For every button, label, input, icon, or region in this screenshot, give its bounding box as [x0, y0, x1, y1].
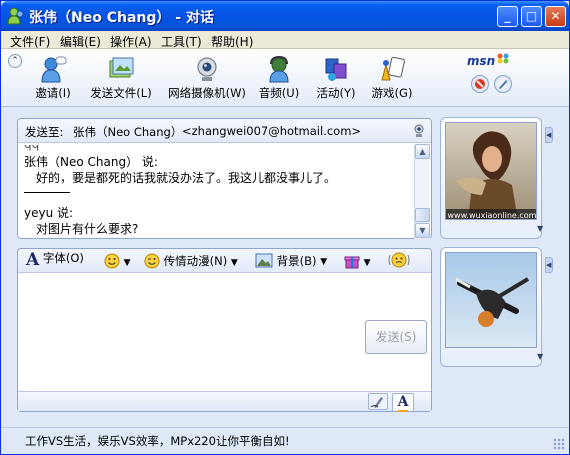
- gift-icon: [344, 256, 360, 269]
- wink-label: 传情动漫(N): [163, 254, 228, 268]
- input-mode-tabs: A: [18, 391, 431, 412]
- invite-button[interactable]: 邀请(I): [29, 55, 77, 101]
- send-button[interactable]: 发送(S): [365, 320, 427, 354]
- contact-card-icon[interactable]: [411, 123, 427, 139]
- text-mode-icon: A: [397, 394, 409, 412]
- contact-avatar-dropdown-icon[interactable]: ▼: [537, 224, 543, 233]
- change-font-button[interactable]: [494, 75, 512, 93]
- text-tab[interactable]: A: [392, 393, 414, 412]
- conversation-window: 张伟（Neo Chang） - 对话 _ □ ✕ 文件(F) 编辑(E) 操作(…: [0, 0, 570, 455]
- format-bar: A 字体(O) ▼ 传情动漫(N) ▼ 背景(B) ▼ ▼: [18, 249, 431, 273]
- block-contact-button[interactable]: [471, 75, 489, 93]
- font-label: 字体(O): [42, 251, 84, 265]
- webcam-label: 网络摄像机(W): [168, 86, 246, 100]
- activities-icon: [325, 58, 347, 81]
- contact-avatar[interactable]: www.wuxiaonline.com: [445, 122, 537, 220]
- message-input[interactable]: [20, 275, 360, 387]
- window-title: 张伟（Neo Chang） - 对话: [29, 10, 214, 26]
- games-button[interactable]: 游戏(G): [369, 55, 415, 101]
- invite-icon: [41, 56, 67, 83]
- send-file-label: 发送文件(L): [90, 86, 152, 100]
- ad-link[interactable]: 工作VS生活，娱乐VS效率，MPx220让你平衡自如!: [25, 433, 290, 449]
- conversation-panel: 发送至: 张伟（Neo Chang） <zhangwei007@hotmail.…: [17, 118, 432, 239]
- emoticon-button[interactable]: ▼: [104, 253, 131, 272]
- games-icon: [381, 56, 405, 81]
- background-label: 背景(B): [276, 254, 317, 268]
- self-display-picture: [446, 253, 536, 347]
- scroll-thumb[interactable]: [415, 208, 430, 222]
- handwriting-tab[interactable]: [368, 393, 388, 410]
- webcam-button[interactable]: 网络摄像机(W): [167, 55, 247, 101]
- contact-picture-caption: www.wuxiaonline.com: [448, 211, 537, 220]
- resize-grip[interactable]: [553, 438, 565, 450]
- minimize-button[interactable]: _: [497, 6, 518, 27]
- send-file-icon: [109, 57, 134, 78]
- message-text: 好的，要是都死的话我就没办法了。我这儿都没事儿了。: [36, 171, 337, 185]
- send-file-button[interactable]: 发送文件(L): [87, 55, 155, 101]
- font-icon: A: [26, 250, 40, 270]
- background-icon: [255, 253, 273, 268]
- wink-icon: [144, 253, 160, 269]
- menu-file[interactable]: 文件(F): [10, 33, 50, 50]
- message-sender: yeyu 说:: [24, 206, 74, 220]
- games-label: 游戏(G): [371, 86, 413, 100]
- scroll-down-button[interactable]: ▼: [415, 223, 430, 238]
- history-scrollbar[interactable]: ▲ ▼: [414, 144, 430, 239]
- handwriting-icon: [370, 397, 383, 408]
- pen-icon: [499, 80, 508, 89]
- audio-button[interactable]: 音频(U): [257, 55, 301, 101]
- toolbar: ⌃ 邀请(I) 发送文件(L) 网络摄像机(W) 音频(U) 活动(Y) 游戏(…: [1, 49, 569, 107]
- history-partial-text: qq: [24, 145, 39, 152]
- to-label: 发送至:: [25, 125, 64, 139]
- msn-buddy-icon: [7, 7, 24, 25]
- collapse-toolbar-button[interactable]: ⌃: [8, 54, 22, 68]
- recipient-name[interactable]: 张伟（Neo Chang）: [73, 124, 182, 140]
- activities-label: 活动(Y): [316, 86, 356, 100]
- background-dropdown-icon: ▼: [320, 257, 328, 267]
- msn-butterfly-icon: [497, 53, 509, 64]
- audio-label: 音频(U): [258, 86, 300, 100]
- message-text: 对图片有什么要求?: [36, 222, 139, 236]
- scroll-up-button[interactable]: ▲: [415, 144, 430, 159]
- maximize-button[interactable]: □: [521, 6, 542, 27]
- smiley-icon: [104, 253, 120, 269]
- block-icon: [475, 79, 485, 89]
- nudge-icon: [388, 252, 410, 268]
- status-bar: 工作VS生活，娱乐VS效率，MPx220让你平衡自如!: [1, 427, 569, 454]
- menu-bar: 文件(F) 编辑(E) 操作(A) 工具(T) 帮助(H): [1, 31, 569, 49]
- wink-button[interactable]: 传情动漫(N) ▼: [144, 253, 238, 273]
- avatar-collapse-button[interactable]: ◀: [545, 127, 553, 143]
- self-avatar-collapse-button[interactable]: ◀: [545, 257, 553, 273]
- invite-label: 邀请(I): [35, 86, 71, 100]
- contact-avatar-frame: www.wuxiaonline.com ▼: [440, 117, 543, 239]
- gift-button[interactable]: ▼: [344, 253, 371, 272]
- compose-panel: A 字体(O) ▼ 传情动漫(N) ▼ 背景(B) ▼ ▼ 发送(S) A: [17, 248, 432, 412]
- title-bar[interactable]: 张伟（Neo Chang） - 对话 _ □ ✕: [1, 1, 569, 31]
- recipient-email: <zhangwei007@hotmail.com>: [182, 124, 362, 138]
- message-sender: 张伟（Neo Chang） 说:: [24, 155, 158, 169]
- menu-tools[interactable]: 工具(T): [161, 33, 202, 50]
- close-button[interactable]: ✕: [545, 6, 566, 27]
- font-button[interactable]: A 字体(O): [26, 250, 84, 270]
- self-avatar-frame: ▼: [440, 247, 543, 367]
- message-separator: [24, 192, 70, 193]
- webcam-icon: [197, 57, 217, 81]
- emoticon-dropdown-icon: ▼: [123, 258, 131, 268]
- menu-actions[interactable]: 操作(A): [110, 33, 152, 50]
- msn-logo: msn: [467, 54, 496, 68]
- audio-icon: [269, 55, 289, 83]
- self-avatar[interactable]: [445, 252, 537, 348]
- gift-dropdown-icon: ▼: [363, 258, 371, 268]
- activities-button[interactable]: 活动(Y): [313, 55, 359, 101]
- menu-edit[interactable]: 编辑(E): [60, 33, 101, 50]
- recipient-bar: 发送至: 张伟（Neo Chang） <zhangwei007@hotmail.…: [18, 119, 431, 143]
- menu-help[interactable]: 帮助(H): [211, 33, 253, 50]
- nudge-button[interactable]: [388, 251, 410, 272]
- self-avatar-dropdown-icon[interactable]: ▼: [537, 352, 543, 361]
- message-history[interactable]: qq 张伟（Neo Chang） 说: 好的，要是都死的话我就没办法了。我这儿都…: [20, 145, 415, 238]
- wink-dropdown-icon: ▼: [230, 258, 238, 268]
- contact-display-picture: www.wuxiaonline.com: [446, 123, 537, 220]
- background-button[interactable]: 背景(B) ▼: [255, 253, 327, 272]
